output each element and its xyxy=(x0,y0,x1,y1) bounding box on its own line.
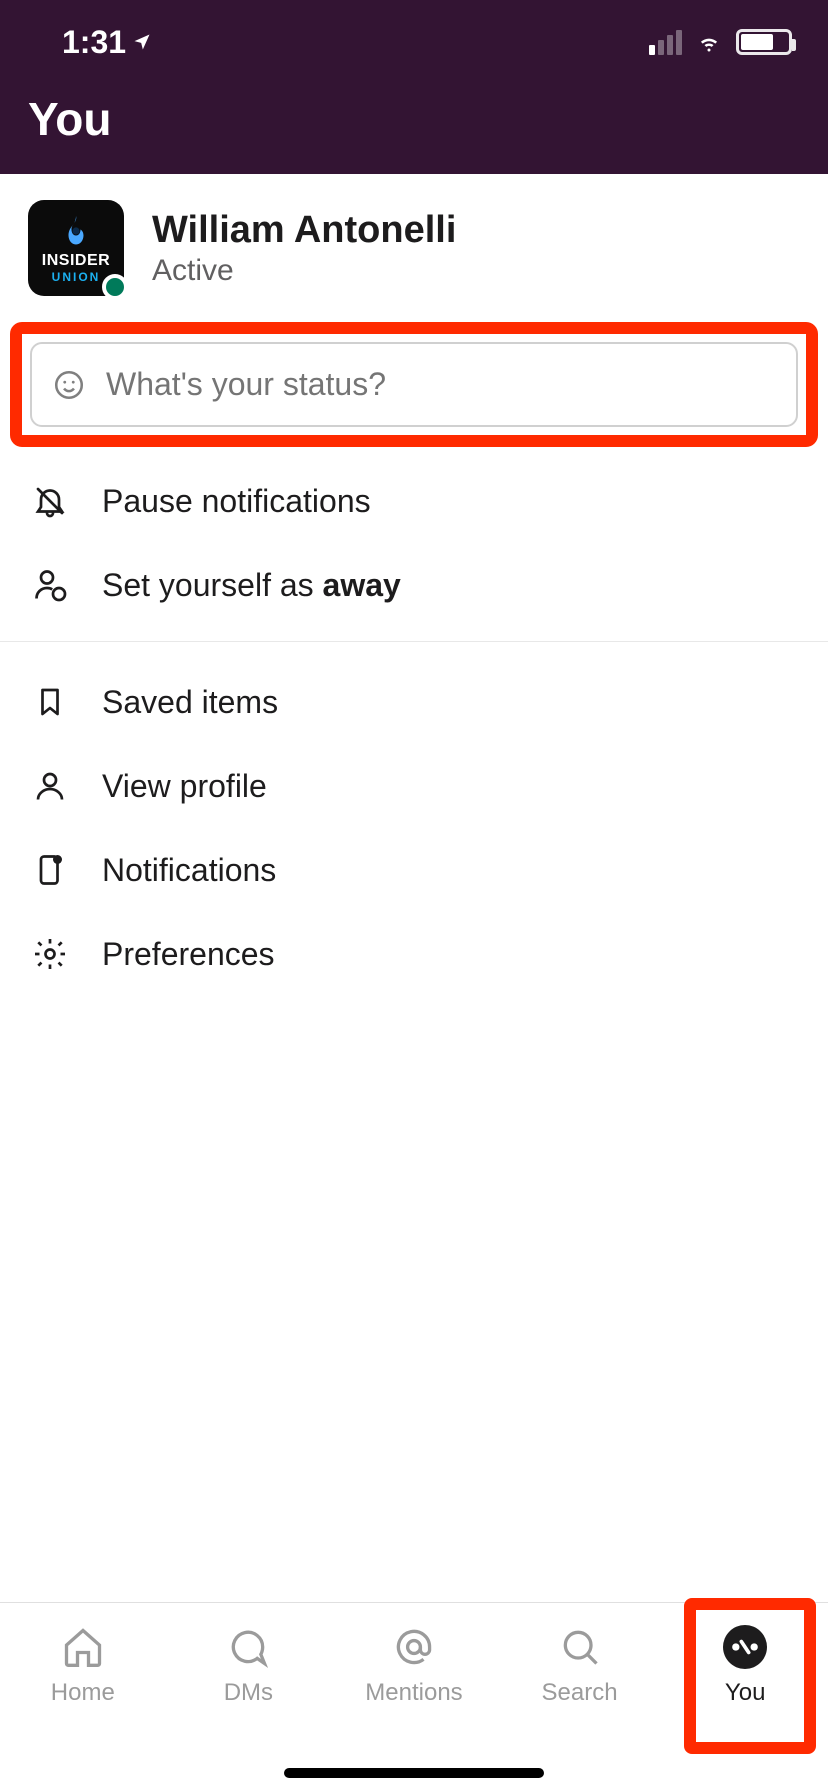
menu-view-profile[interactable]: View profile xyxy=(0,744,828,828)
status-input[interactable] xyxy=(106,366,776,403)
tab-home[interactable]: Home xyxy=(13,1623,153,1707)
set-away-bold: away xyxy=(323,567,401,603)
profile-presence: Active xyxy=(152,254,456,288)
menu-set-away[interactable]: Set yourself as away xyxy=(0,543,828,627)
menu-saved-items[interactable]: Saved items xyxy=(0,660,828,744)
tab-label: You xyxy=(725,1679,766,1707)
header: You xyxy=(0,84,828,174)
person-away-icon xyxy=(30,565,70,605)
profile-meta: William Antonelli Active xyxy=(152,209,456,288)
menu-label: Set yourself as away xyxy=(102,567,401,604)
home-indicator xyxy=(284,1768,544,1778)
tab-you[interactable]: You xyxy=(675,1623,815,1707)
phone-notify-icon xyxy=(30,850,70,890)
avatar-wrap: INSIDER UNION xyxy=(28,200,124,296)
avatar-text-2: UNION xyxy=(52,271,101,283)
menu-label: View profile xyxy=(102,768,267,805)
status-input-highlight xyxy=(10,322,818,447)
profile-row[interactable]: INSIDER UNION William Antonelli Active xyxy=(0,174,828,318)
search-icon xyxy=(556,1623,604,1671)
menu-label: Saved items xyxy=(102,684,278,721)
set-away-prefix: Set yourself as xyxy=(102,567,323,603)
menu-notifications[interactable]: Notifications xyxy=(0,828,828,912)
home-icon xyxy=(59,1623,107,1671)
menu-section-1: Pause notifications Set yourself as away xyxy=(0,459,828,627)
page-title: You xyxy=(28,92,800,146)
bookmark-icon xyxy=(30,682,70,722)
smiley-icon xyxy=(52,368,86,402)
battery-icon xyxy=(736,29,792,55)
wifi-icon xyxy=(694,30,724,54)
at-icon xyxy=(390,1623,438,1671)
tab-search[interactable]: Search xyxy=(510,1623,650,1707)
cellular-icon xyxy=(649,30,682,55)
avatar-text-1: INSIDER xyxy=(42,253,110,269)
status-bar: 1:31 xyxy=(0,0,828,84)
person-icon xyxy=(30,766,70,806)
bell-off-icon xyxy=(30,481,70,521)
tab-bar: Home DMs Mentions Search You xyxy=(0,1602,828,1792)
tab-label: Mentions xyxy=(365,1679,462,1707)
menu-section-2: Saved items View profile Notifications P… xyxy=(0,660,828,996)
you-icon xyxy=(721,1623,769,1671)
menu-label: Notifications xyxy=(102,852,276,889)
location-icon xyxy=(132,32,152,52)
divider xyxy=(0,641,828,642)
presence-indicator xyxy=(102,274,128,300)
tab-label: Home xyxy=(51,1679,115,1707)
gear-icon xyxy=(30,934,70,974)
status-time: 1:31 xyxy=(62,24,152,61)
tab-dms[interactable]: DMs xyxy=(178,1623,318,1707)
menu-label: Preferences xyxy=(102,936,275,973)
tab-label: Search xyxy=(542,1679,618,1707)
menu-pause-notifications[interactable]: Pause notifications xyxy=(0,459,828,543)
chat-icon xyxy=(224,1623,272,1671)
menu-preferences[interactable]: Preferences xyxy=(0,912,828,996)
menu-label: Pause notifications xyxy=(102,483,371,520)
tab-label: DMs xyxy=(224,1679,273,1707)
status-right xyxy=(649,29,792,55)
time-text: 1:31 xyxy=(62,24,126,61)
tab-mentions[interactable]: Mentions xyxy=(344,1623,484,1707)
profile-name: William Antonelli xyxy=(152,209,456,252)
status-input-row[interactable] xyxy=(30,342,798,427)
flame-icon xyxy=(58,213,94,249)
